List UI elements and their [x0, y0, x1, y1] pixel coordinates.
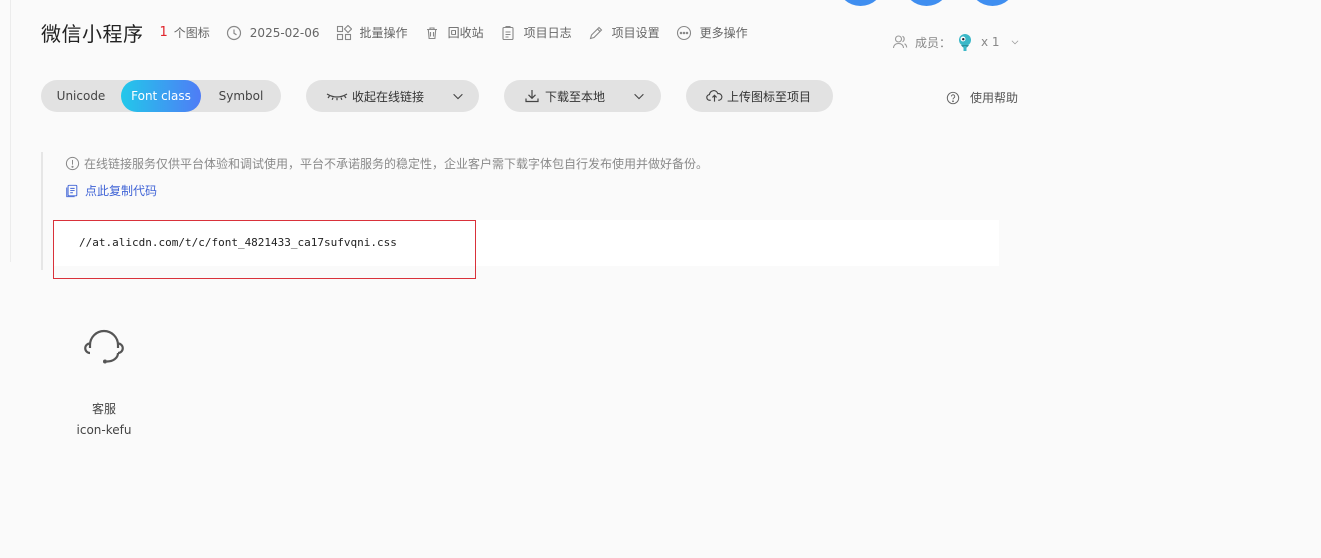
copy-code-label: 点此复制代码	[85, 184, 158, 198]
closed-eye-icon	[326, 93, 348, 101]
members-label: 成员：	[915, 35, 952, 50]
members-dropdown[interactable]: 成员： x 1	[892, 32, 1020, 52]
code-highlight-box	[53, 220, 476, 279]
cloud-upload-icon	[706, 90, 723, 102]
project-log-label: 项目日志	[523, 26, 572, 40]
download-icon	[525, 90, 539, 103]
recycle-bin-label: 回收站	[447, 26, 484, 40]
project-settings-label: 项目设置	[611, 26, 660, 40]
warning-notice: 在线链接服务仅供平台体验和调试使用，平台不承诺服务的稳定性，企业客户需下载字体包…	[65, 155, 708, 172]
copy-code-link[interactable]: 点此复制代码	[65, 182, 157, 199]
collapse-link-button[interactable]: 收起在线链接	[306, 80, 479, 112]
more-actions-label: 更多操作	[699, 26, 748, 40]
clipboard-icon	[502, 25, 514, 40]
more-dots-icon	[676, 25, 691, 40]
top-circle-2[interactable]	[904, 0, 949, 6]
project-header: 微信小程序 1 个图标 2025-02-06 批量操作 回收站 项目日志 项目设…	[41, 18, 748, 47]
pencil-icon	[589, 26, 602, 39]
info-circle-icon	[65, 156, 80, 171]
tab-symbol[interactable]: Symbol	[201, 80, 281, 112]
icon-count-unit: 个图标	[173, 26, 210, 40]
members-count: x 1	[981, 35, 1000, 49]
collapse-link-label: 收起在线链接	[352, 89, 425, 104]
user-group-icon	[892, 35, 908, 49]
batch-grid-icon	[336, 24, 352, 40]
headset-icon	[84, 329, 124, 364]
format-tabs: Unicode Font class Symbol	[41, 80, 281, 112]
more-actions-button[interactable]: 更多操作	[676, 24, 748, 41]
chevron-down-icon	[1011, 40, 1018, 45]
upload-label: 上传图标至项目	[727, 89, 812, 104]
top-avatar-group	[838, 0, 1015, 6]
question-icon	[946, 91, 960, 104]
batch-operation-label: 批量操作	[359, 26, 408, 40]
warning-text: 在线链接服务仅供平台体验和调试使用，平台不承诺服务的稳定性，企业客户需下载字体包…	[84, 157, 709, 171]
download-button[interactable]: 下载至本地	[504, 80, 661, 112]
top-circle-3[interactable]	[970, 0, 1015, 6]
batch-operation-button[interactable]: 批量操作	[336, 24, 408, 41]
chevron-down-icon	[453, 93, 463, 100]
top-circle-1[interactable]	[838, 0, 883, 6]
copy-icon	[66, 184, 78, 197]
avatar	[959, 34, 972, 51]
project-settings-button[interactable]: 项目设置	[588, 24, 660, 41]
font-css-url[interactable]: //at.alicdn.com/t/c/font_4821433_ca17suf…	[79, 236, 397, 249]
help-link[interactable]: 使用帮助	[946, 89, 1018, 106]
project-log-button[interactable]: 项目日志	[500, 24, 572, 41]
icon-name: 客服	[91, 402, 116, 416]
icon-count: 1	[159, 25, 168, 40]
chevron-down-icon	[634, 93, 644, 100]
upload-to-project-button[interactable]: 上传图标至项目	[686, 80, 833, 112]
clock-icon	[226, 25, 241, 40]
icon-class-name: icon-kefu	[76, 423, 132, 437]
icon-card[interactable]: 客服 icon-kefu	[54, 326, 154, 437]
project-title: 微信小程序	[41, 22, 144, 46]
tab-unicode[interactable]: Unicode	[41, 80, 121, 112]
project-date-text: 2025-02-06	[249, 25, 320, 40]
left-divider	[10, 0, 11, 262]
help-label: 使用帮助	[970, 91, 1019, 105]
project-date: 2025-02-06	[226, 25, 320, 41]
tab-font-class[interactable]: Font class	[121, 80, 201, 112]
download-label: 下载至本地	[545, 89, 606, 104]
trash-icon	[426, 26, 437, 39]
recycle-bin-button[interactable]: 回收站	[424, 24, 484, 41]
